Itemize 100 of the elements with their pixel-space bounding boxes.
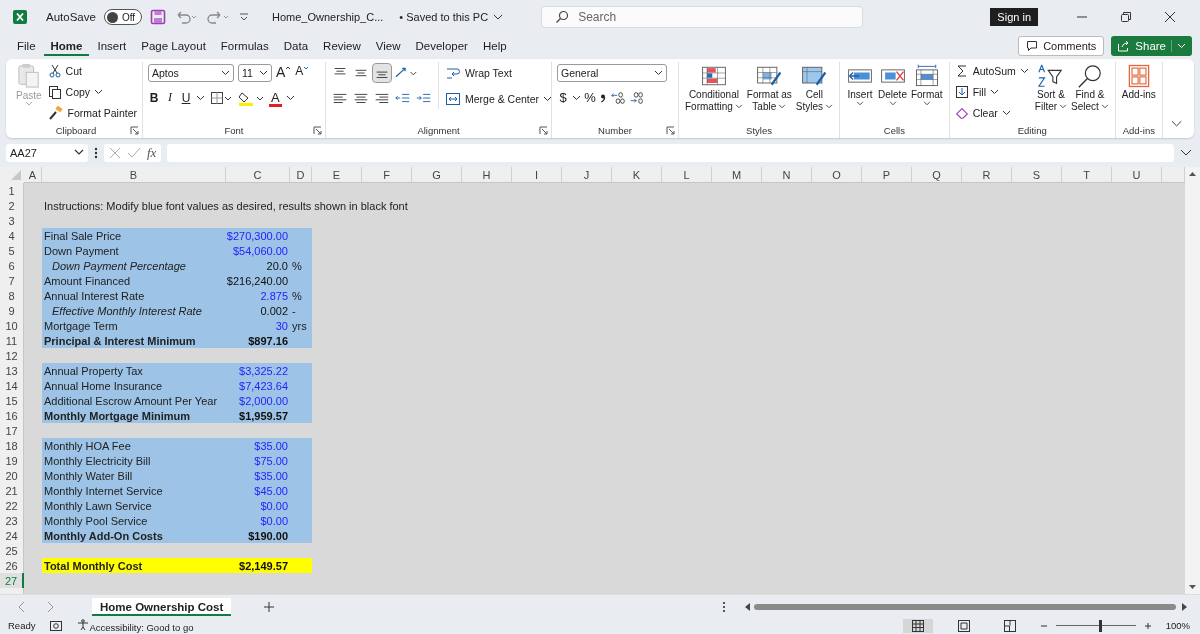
row-header[interactable]: 6 xyxy=(0,258,24,274)
row-header[interactable]: 16 xyxy=(0,408,24,424)
insert-button[interactable]: Insert xyxy=(845,61,876,107)
ribbon-tab[interactable]: Formulas xyxy=(213,36,276,57)
cut-button[interactable]: Cut xyxy=(47,61,137,81)
caret-icon[interactable] xyxy=(196,94,205,101)
column-header[interactable]: I xyxy=(512,167,562,184)
column-header[interactable]: G xyxy=(412,167,462,184)
insert-function-button[interactable]: fx xyxy=(147,144,157,161)
ribbon-tab[interactable]: View xyxy=(368,36,408,57)
delete-button[interactable]: Delete xyxy=(877,61,908,107)
row-header[interactable]: 5 xyxy=(0,243,24,259)
more-options-icon[interactable] xyxy=(722,600,726,613)
clear-button[interactable]: Clear xyxy=(954,103,1029,123)
row-header[interactable]: 17 xyxy=(0,423,24,439)
column-header[interactable]: H xyxy=(462,167,512,184)
column-header[interactable]: K xyxy=(612,167,662,184)
bold-button[interactable]: B xyxy=(148,88,160,107)
merge-center-button[interactable]: Merge & Center xyxy=(445,89,553,109)
save-icon[interactable] xyxy=(150,9,167,26)
wrap-text-button[interactable]: Wrap Text xyxy=(445,63,553,83)
column-header[interactable]: J xyxy=(562,167,612,184)
row-header[interactable]: 22 xyxy=(0,498,24,514)
column-header[interactable]: R xyxy=(962,167,1012,184)
ribbon-tab[interactable]: Help xyxy=(475,36,514,57)
collapse-ribbon-icon[interactable] xyxy=(1170,119,1182,128)
row-header[interactable]: 1 xyxy=(0,183,24,199)
decrease-font-button[interactable]: A xyxy=(295,63,310,82)
fill-button[interactable]: Fill xyxy=(954,82,1029,102)
close-icon[interactable] xyxy=(1164,11,1176,24)
row-header[interactable]: 10 xyxy=(0,318,24,334)
percent-button[interactable]: % xyxy=(584,88,596,107)
painter-button[interactable]: Format Painter xyxy=(47,103,137,123)
column-header[interactable]: S xyxy=(1012,167,1062,184)
row-header[interactable]: 3 xyxy=(0,213,24,229)
font-size-field[interactable]: 11 xyxy=(238,63,272,82)
ribbon-tab[interactable]: Home xyxy=(43,36,90,57)
zoom-level[interactable]: 100% xyxy=(1165,620,1190,632)
column-header[interactable]: M xyxy=(712,167,762,184)
expand-formula-icon[interactable] xyxy=(1180,148,1192,157)
row-header[interactable]: 23 xyxy=(0,513,24,529)
autosum-button[interactable]: AutoSum xyxy=(954,61,1029,81)
column-header[interactable]: F xyxy=(362,167,412,184)
ribbon-tab[interactable]: Review xyxy=(316,36,368,57)
column-header[interactable]: B xyxy=(42,167,226,184)
ribbon-tab[interactable]: Data xyxy=(276,36,316,57)
increase-decimal-icon[interactable] xyxy=(610,89,626,106)
column-header[interactable]: C xyxy=(226,167,290,184)
column-header[interactable]: O xyxy=(812,167,862,184)
column-header[interactable]: Q xyxy=(912,167,962,184)
caret-icon[interactable] xyxy=(285,94,295,101)
macro-recording-icon[interactable] xyxy=(49,619,64,632)
zoom-slider-thumb[interactable] xyxy=(1098,619,1102,632)
row-header[interactable]: 2 xyxy=(0,198,24,214)
row-header[interactable]: 21 xyxy=(0,483,24,499)
caret-icon[interactable] xyxy=(572,94,581,101)
column-header[interactable]: T xyxy=(1062,167,1112,184)
row-header[interactable]: 15 xyxy=(0,393,24,409)
find-button[interactable]: Find & Select xyxy=(1070,61,1110,114)
accessibility-status[interactable]: Accessibility: Good to go xyxy=(77,618,194,633)
dialog-launcher-icon[interactable] xyxy=(130,125,139,135)
italic-button[interactable]: I xyxy=(164,88,176,107)
comments-button[interactable]: Comments xyxy=(1018,36,1105,57)
dialog-launcher-icon[interactable] xyxy=(666,125,675,135)
row-header[interactable]: 26 xyxy=(0,558,24,574)
vertical-align-icon[interactable] xyxy=(373,63,391,82)
column-header[interactable]: L xyxy=(662,167,712,184)
row-header[interactable]: 9 xyxy=(0,303,24,319)
row-header[interactable]: 11 xyxy=(0,333,24,349)
search-field[interactable]: Search xyxy=(541,6,864,29)
column-header[interactable]: P xyxy=(862,167,912,184)
row-header[interactable]: 4 xyxy=(0,228,24,244)
row-header[interactable]: 12 xyxy=(0,348,24,364)
column-header[interactable]: D xyxy=(290,167,312,184)
row-header[interactable]: 25 xyxy=(0,543,24,559)
ribbon-tab[interactable]: File xyxy=(10,36,43,57)
view-mode-icon[interactable] xyxy=(902,618,933,633)
name-box[interactable]: AA27 xyxy=(6,143,88,162)
redo-icon[interactable] xyxy=(206,9,231,26)
row-header[interactable]: 14 xyxy=(0,378,24,394)
row-header[interactable]: 8 xyxy=(0,288,24,304)
sheet-tab[interactable]: Home Ownership Cost xyxy=(92,597,232,616)
row-header[interactable]: 19 xyxy=(0,453,24,469)
row-header[interactable]: 18 xyxy=(0,438,24,454)
share-button[interactable]: Share xyxy=(1111,36,1192,57)
dialog-launcher-icon[interactable] xyxy=(313,125,322,135)
row-header[interactable]: 13 xyxy=(0,363,24,379)
ribbon-tab[interactable]: Developer xyxy=(408,36,475,57)
row-header[interactable]: 20 xyxy=(0,468,24,484)
borders-icon[interactable] xyxy=(210,90,232,105)
sort-button[interactable]: Sort & Filter xyxy=(1033,61,1069,114)
dialog-launcher-icon[interactable] xyxy=(539,125,548,135)
checkmark-icon[interactable] xyxy=(127,146,141,159)
format-button[interactable]: Format xyxy=(909,61,944,107)
row-header[interactable]: 7 xyxy=(0,273,24,289)
underline-button[interactable]: U xyxy=(180,88,192,107)
column-header[interactable]: A xyxy=(24,167,42,184)
ribbon-tab[interactable]: Page Layout xyxy=(134,36,213,57)
number-format-field[interactable]: General xyxy=(557,63,667,82)
cellstyles-button[interactable]: Cell Styles xyxy=(794,61,835,114)
